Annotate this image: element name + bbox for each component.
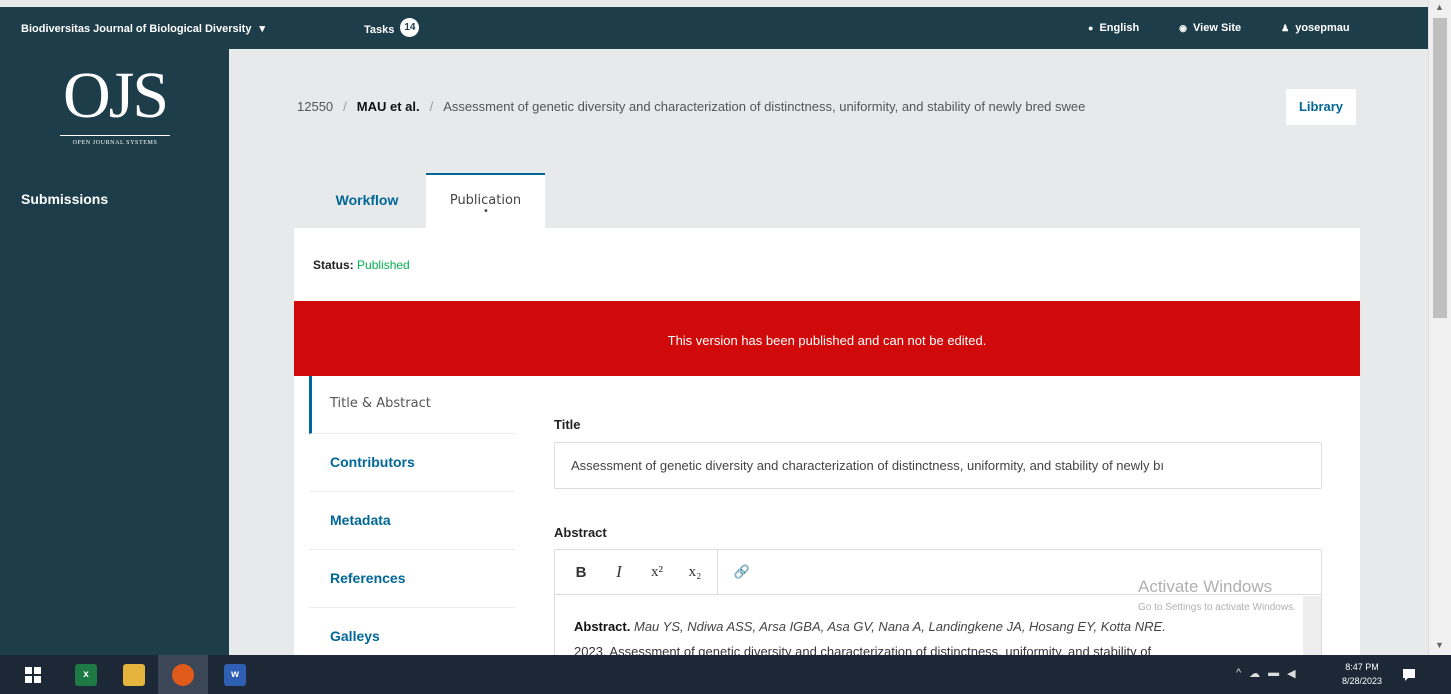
volume-icon[interactable]: ◀ xyxy=(1287,667,1295,680)
subnav-galleys[interactable]: Galleys xyxy=(309,608,515,655)
user-icon: ♟ xyxy=(1281,23,1290,33)
title-label: Title xyxy=(554,417,581,432)
publication-subnav: Title & Abstract Contributors Metadata R… xyxy=(309,376,515,655)
scrollbar-thumb[interactable] xyxy=(1433,18,1447,318)
toolbar-divider xyxy=(717,550,718,595)
subnav-references[interactable]: References xyxy=(309,550,515,608)
abstract-citation: Mau YS, Ndiwa ASS, Arsa IGBA, Asa GV, Na… xyxy=(633,619,1166,634)
windows-taskbar: x w ^ ☁ ▬ ◀ 8:47 PM 8/28/2023 xyxy=(0,655,1451,694)
abstract-label: Abstract xyxy=(554,525,607,540)
tasks-label: Tasks xyxy=(364,23,395,36)
status-label: Status: xyxy=(313,258,354,272)
tab-publication[interactable]: Publication • xyxy=(426,173,545,229)
file-explorer-icon[interactable] xyxy=(123,664,145,686)
word-icon[interactable]: w xyxy=(224,664,246,686)
globe-icon: ● xyxy=(1088,23,1094,33)
library-button[interactable]: Library xyxy=(1286,89,1356,125)
active-tab-indicator: • xyxy=(483,206,489,217)
journal-switcher[interactable]: Biodiversitas Journal of Biological Dive… xyxy=(21,22,265,36)
clock-date: 8/28/2023 xyxy=(1342,676,1383,686)
ojs-logo[interactable]: OJS OPEN JOURNAL SYSTEMS xyxy=(40,59,190,146)
status-value: Published xyxy=(357,258,410,272)
abstract-line-1: Abstract. Mau YS, Ndiwa ASS, Arsa IGBA, … xyxy=(574,614,1302,639)
subscript-icon[interactable]: x₂ xyxy=(683,564,707,581)
published-alert: This version has been published and can … xyxy=(294,301,1360,376)
subnav-metadata[interactable]: Metadata xyxy=(309,492,515,550)
user-name: yosepmau xyxy=(1295,22,1350,34)
taskbar-clock[interactable]: 8:47 PM 8/28/2023 xyxy=(1342,660,1382,688)
breadcrumb-separator: / xyxy=(343,99,347,114)
abstract-line-2: 2023. Assessment of genetic diversity an… xyxy=(574,644,1152,655)
publication-status: Status: Published xyxy=(313,258,410,272)
subnav-contributors[interactable]: Contributors xyxy=(309,434,515,492)
logo-text: OJS xyxy=(62,59,169,132)
sidebar-item-submissions[interactable]: Submissions xyxy=(21,191,108,207)
abstract-heading: Abstract. xyxy=(574,619,631,634)
view-site-label: View Site xyxy=(1193,22,1242,34)
activate-windows-watermark: Activate Windows Go to Settings to activ… xyxy=(1138,577,1296,613)
bold-icon[interactable]: B xyxy=(569,564,593,581)
italic-icon[interactable]: I xyxy=(607,562,631,582)
main-content: 12550 / MAU et al. / Assessment of genet… xyxy=(229,49,1428,655)
logo-subtitle: OPEN JOURNAL SYSTEMS xyxy=(72,140,158,146)
top-bar: Biodiversitas Journal of Biological Dive… xyxy=(0,7,1428,49)
tasks-button[interactable]: Tasks 14 xyxy=(364,18,420,37)
link-icon[interactable]: 🔗 xyxy=(730,564,754,580)
view-site-link[interactable]: ◉ View Site xyxy=(1179,22,1241,34)
breadcrumb: 12550 / MAU et al. / Assessment of genet… xyxy=(297,99,1085,114)
system-tray: ^ ☁ ▬ ◀ xyxy=(1236,667,1296,680)
submission-title: Assessment of genetic diversity and char… xyxy=(443,99,1086,114)
eye-icon: ◉ xyxy=(1179,23,1188,33)
scroll-down-icon[interactable]: ▼ xyxy=(1435,640,1444,650)
sidebar: OJS OPEN JOURNAL SYSTEMS Submissions xyxy=(0,49,229,655)
language-label: English xyxy=(1099,22,1140,34)
submission-author: MAU et al. xyxy=(356,99,420,114)
journal-name: Biodiversitas Journal of Biological Dive… xyxy=(21,22,252,35)
language-switcher[interactable]: ● English xyxy=(1088,22,1139,34)
breadcrumb-separator: / xyxy=(429,99,434,114)
firefox-icon[interactable] xyxy=(172,664,194,686)
tab-workflow[interactable]: Workflow xyxy=(317,173,417,229)
logo-rule xyxy=(60,135,170,136)
notifications-icon[interactable] xyxy=(1398,664,1420,686)
clock-time: 8:47 PM xyxy=(1345,662,1379,672)
chevron-up-icon[interactable]: ^ xyxy=(1236,667,1241,680)
tasks-count-badge: 14 xyxy=(400,18,420,37)
excel-icon[interactable]: x xyxy=(75,664,97,686)
submission-id: 12550 xyxy=(297,99,334,114)
network-icon[interactable]: ▬ xyxy=(1268,667,1279,680)
watermark-line-1: Activate Windows xyxy=(1138,577,1273,596)
windows-start-icon[interactable] xyxy=(22,664,44,686)
superscript-icon[interactable]: x² xyxy=(645,564,669,581)
title-input-value: Assessment of genetic diversity and char… xyxy=(571,458,1164,473)
onedrive-icon[interactable]: ☁ xyxy=(1249,667,1260,680)
editor-scrollbar[interactable] xyxy=(1303,596,1321,655)
watermark-line-2: Go to Settings to activate Windows. xyxy=(1138,602,1296,613)
user-menu[interactable]: ♟ yosepmau xyxy=(1281,22,1350,34)
caret-down-icon: ▾ xyxy=(259,23,265,35)
subnav-title-abstract[interactable]: Title & Abstract xyxy=(309,376,515,434)
title-input[interactable]: Assessment of genetic diversity and char… xyxy=(554,442,1322,489)
scroll-up-icon[interactable]: ▲ xyxy=(1435,2,1444,12)
page-scrollbar[interactable]: ▲ ▼ xyxy=(1428,0,1451,655)
